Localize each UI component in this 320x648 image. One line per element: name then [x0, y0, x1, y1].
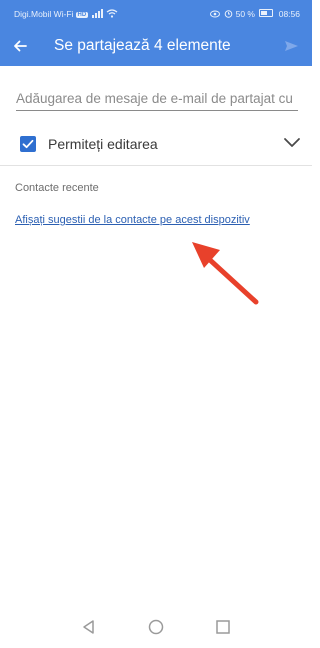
email-share-input[interactable] — [16, 86, 298, 111]
status-bar: Digi.Mobil Wi-Fi HD 50 % 08:56 — [0, 0, 312, 26]
chevron-down-icon[interactable] — [282, 132, 302, 152]
hd-badge: HD — [75, 12, 89, 18]
allow-editing-checkbox[interactable] — [20, 136, 36, 152]
status-right: 50 % 08:56 — [209, 9, 300, 19]
send-icon[interactable] — [278, 33, 304, 59]
annotation-arrow-icon — [192, 242, 259, 305]
eye-comfort-icon — [209, 10, 220, 18]
section-divider — [0, 165, 312, 166]
back-triangle-icon[interactable] — [80, 618, 98, 636]
arrow-left-icon[interactable] — [8, 33, 34, 59]
allow-editing-row[interactable]: Permiteți editarea — [0, 124, 312, 164]
recent-contacts-header: Contacte recente — [15, 182, 99, 194]
checkmark-icon — [22, 139, 34, 149]
battery-percent: 50 % — [235, 9, 255, 19]
clock: 08:56 — [278, 9, 300, 19]
carrier-label: Digi.Mobil Wi-Fi — [14, 9, 74, 19]
wifi-icon — [106, 9, 118, 18]
recents-square-icon[interactable] — [214, 618, 232, 636]
carrier-name: Digi.Mobil Wi-Fi HD — [14, 9, 89, 19]
alarm-icon — [224, 10, 233, 18]
page-title: Se partajează 4 elemente — [54, 37, 231, 54]
battery-icon — [259, 9, 274, 17]
signal-icon — [92, 9, 103, 18]
allow-editing-label: Permiteți editarea — [48, 136, 158, 152]
app-bar: Se partajează 4 elemente — [0, 26, 312, 66]
system-nav-bar — [0, 606, 312, 648]
home-circle-icon[interactable] — [147, 618, 165, 636]
